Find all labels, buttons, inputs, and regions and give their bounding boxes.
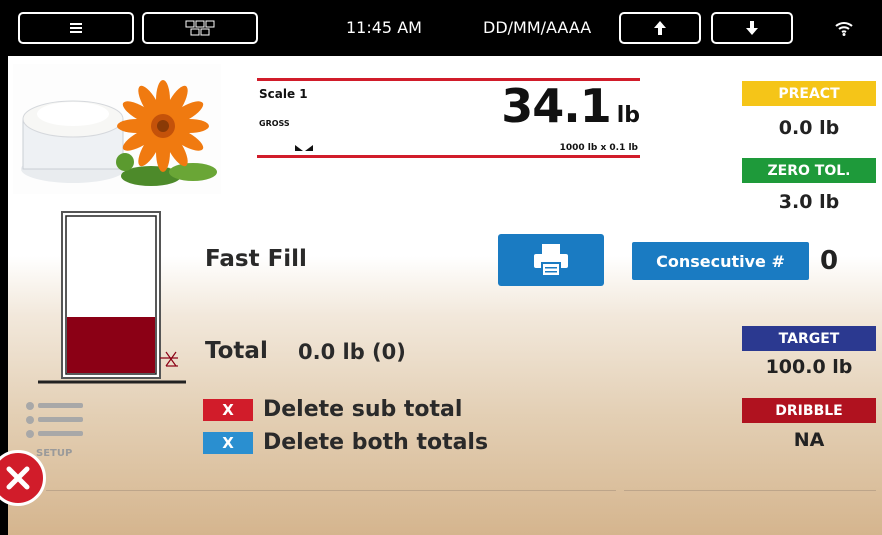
close-icon — [6, 466, 30, 490]
dribble-value: NA — [793, 429, 825, 451]
date-display[interactable]: DD/MM/AAAA — [483, 18, 591, 37]
bottom-divider-right — [624, 490, 876, 491]
top-bar: 11:45 AM DD/MM/AAAA — [0, 0, 882, 56]
delete-sub-total-label: Delete sub total — [263, 397, 463, 422]
main-panel: Scale 1 GROSS 34.1 lb 1000 lb x 0.1 lb P… — [8, 56, 882, 535]
delete-both-totals-button[interactable]: X — [203, 431, 253, 454]
clock-time: 11:45 AM — [346, 18, 422, 37]
target-label[interactable]: TARGET — [742, 326, 876, 351]
grid-icon — [185, 20, 215, 36]
delete-sub-total-button[interactable]: X — [203, 398, 253, 421]
menu-icon — [70, 23, 82, 33]
dribble-label[interactable]: DRIBBLE — [742, 398, 876, 423]
weight-display: Scale 1 GROSS 34.1 lb 1000 lb x 0.1 lb — [257, 78, 640, 158]
consecutive-number-button[interactable]: Consecutive # — [632, 242, 809, 280]
weight-readout: 34.1 lb — [501, 79, 640, 133]
fill-level-bar — [67, 317, 155, 373]
target-value: 100.0 lb — [765, 356, 853, 378]
total-value: 0.0 lb (0) — [298, 340, 406, 364]
arrow-down-icon — [746, 21, 758, 35]
delete-sub-total-action[interactable]: X Delete sub total — [203, 397, 462, 422]
wifi-status[interactable] — [834, 20, 854, 41]
weight-mode: GROSS — [259, 119, 290, 128]
zero-tol-value: 3.0 lb — [778, 191, 840, 213]
bottom-divider-left — [46, 490, 616, 491]
scroll-up-button[interactable] — [619, 12, 701, 44]
wifi-icon — [835, 22, 853, 36]
center-zero-icon — [295, 140, 313, 158]
fill-phase-status: Fast Fill — [205, 246, 307, 272]
scale-name: Scale 1 — [259, 87, 308, 101]
zero-tol-label[interactable]: ZERO TOL. — [742, 158, 876, 183]
fill-level-gauge — [38, 206, 188, 386]
screen-layout-button[interactable] — [142, 12, 258, 44]
preact-label[interactable]: PREACT — [742, 81, 876, 106]
weight-value: 34.1 — [501, 79, 611, 133]
arrow-up-icon — [654, 21, 666, 35]
delete-both-totals-label: Delete both totals — [263, 430, 489, 455]
printer-icon — [534, 244, 568, 277]
total-label: Total — [205, 338, 268, 364]
scroll-down-button[interactable] — [711, 12, 793, 44]
consecutive-number-value: 0 — [820, 246, 839, 276]
setup-label: SETUP — [36, 448, 73, 459]
list-icon — [26, 402, 83, 438]
weight-unit: lb — [616, 103, 640, 128]
product-image — [13, 64, 221, 194]
delete-both-totals-action[interactable]: X Delete both totals — [203, 430, 488, 455]
scale-capacity: 1000 lb x 0.1 lb — [559, 143, 638, 153]
preact-value: 0.0 lb — [778, 117, 840, 139]
menu-button[interactable] — [18, 12, 134, 44]
print-button[interactable] — [498, 234, 604, 286]
